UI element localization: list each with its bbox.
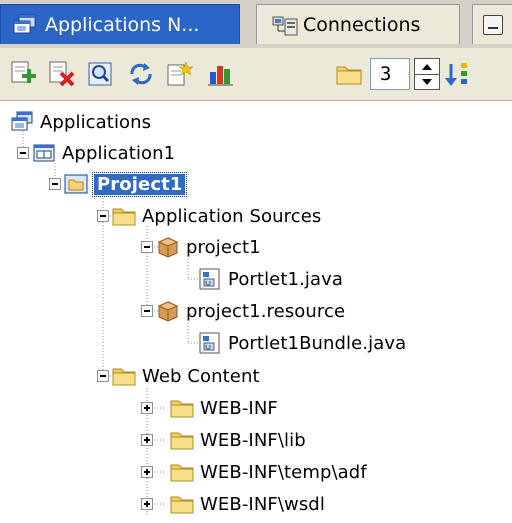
level-input[interactable]: 3 xyxy=(370,58,410,90)
tree-node-web-inf-lib[interactable]: WEB-INF\lib xyxy=(170,425,306,455)
collapse-project1-icon[interactable] xyxy=(49,178,61,190)
level-stepper[interactable] xyxy=(414,58,440,90)
tree-node-application-sources[interactable]: Application Sources xyxy=(112,201,321,231)
collapse-application1-icon[interactable] xyxy=(17,147,29,159)
package-icon xyxy=(157,237,179,258)
tree-node-web-inf-temp-adf[interactable]: WEB-INF\temp\adf xyxy=(170,457,367,487)
tree-node-label: Applications xyxy=(40,111,152,133)
minimize-icon xyxy=(482,14,503,35)
sort-icon[interactable] xyxy=(444,60,474,88)
new-icon[interactable] xyxy=(164,60,194,88)
java-file-icon xyxy=(199,268,220,290)
tree-node-label: project1.resource xyxy=(186,300,346,322)
package-icon xyxy=(157,301,179,322)
tree-node-portlet1bundle-java[interactable]: Portlet1Bundle.java xyxy=(198,328,406,358)
refresh-icon[interactable] xyxy=(126,60,156,88)
tree-node-web-inf-wsdl[interactable]: WEB-INF\wsdl xyxy=(170,489,325,519)
tree-node-label: WEB-INF\temp\adf xyxy=(200,461,367,483)
tree-node-label: Application1 xyxy=(62,142,176,164)
folder-icon xyxy=(112,208,136,226)
collapse-web-content-icon[interactable] xyxy=(97,370,109,382)
chart-icon[interactable] xyxy=(206,60,236,88)
tree-node-label: Portlet1.java xyxy=(228,268,344,290)
stepper-up-icon[interactable] xyxy=(415,59,439,75)
collapse-project1-resource-icon[interactable] xyxy=(141,305,153,317)
applications-navigator-icon xyxy=(13,14,36,33)
tab-connections[interactable]: Connections xyxy=(256,4,460,44)
applications-icon xyxy=(11,111,33,131)
tree-node-applications[interactable]: Applications xyxy=(10,107,151,137)
tab-connections-label: Connections xyxy=(303,13,421,36)
tree-node-label: WEB-INF\lib xyxy=(200,429,306,451)
minimize-button[interactable] xyxy=(472,4,512,44)
add-icon[interactable] xyxy=(8,60,38,88)
tree-node-web-inf[interactable]: WEB-INF xyxy=(170,393,278,423)
folder-icon xyxy=(112,368,136,386)
expand-web-inf-temp-adf-icon[interactable] xyxy=(141,466,153,478)
remove-icon[interactable] xyxy=(46,60,76,88)
search-icon[interactable] xyxy=(86,60,116,88)
applications-tree: Applications Application1 Project1 Appli… xyxy=(0,101,512,523)
tree-node-label: WEB-INF xyxy=(200,397,278,419)
folder-icon xyxy=(170,400,194,418)
folder-icon xyxy=(170,464,194,482)
tab-applications-label: Applications N... xyxy=(45,13,200,36)
tree-node-label: project1 xyxy=(186,236,261,258)
tree-node-application1[interactable]: Application1 xyxy=(32,138,175,168)
tree-node-project1[interactable]: Project1 xyxy=(64,169,188,199)
collapse-project1-package-icon[interactable] xyxy=(141,241,153,253)
expand-web-inf-icon[interactable] xyxy=(141,402,153,414)
java-file-icon xyxy=(199,332,220,354)
folder-button-icon[interactable] xyxy=(334,60,364,88)
application-icon xyxy=(33,144,55,162)
tree-node-label: Portlet1Bundle.java xyxy=(228,332,407,354)
tree-node-label: Application Sources xyxy=(142,205,322,227)
expand-web-inf-lib-icon[interactable] xyxy=(141,434,153,446)
tab-bar: Applications N... Connections xyxy=(0,0,512,48)
expand-web-inf-wsdl-icon[interactable] xyxy=(141,498,153,510)
tree-node-project1-package[interactable]: project1 xyxy=(156,232,261,262)
collapse-application-sources-icon[interactable] xyxy=(97,210,109,222)
tree-node-portlet1-java[interactable]: Portlet1.java xyxy=(198,264,343,294)
tree-node-label: Web Content xyxy=(142,365,260,387)
folder-icon xyxy=(170,432,194,450)
tab-applications-navigator[interactable]: Applications N... xyxy=(0,4,240,44)
navigator-toolbar: 3 xyxy=(0,48,512,101)
tree-node-web-content[interactable]: Web Content xyxy=(112,361,260,391)
tree-node-project1-resource[interactable]: project1.resource xyxy=(156,296,345,326)
folder-icon xyxy=(170,496,194,514)
tree-node-label: WEB-INF\wsdl xyxy=(200,493,325,515)
tree-node-label: Project1 xyxy=(91,171,188,197)
connections-icon xyxy=(272,16,298,35)
stepper-down-icon[interactable] xyxy=(415,74,439,89)
project-icon xyxy=(64,174,88,194)
